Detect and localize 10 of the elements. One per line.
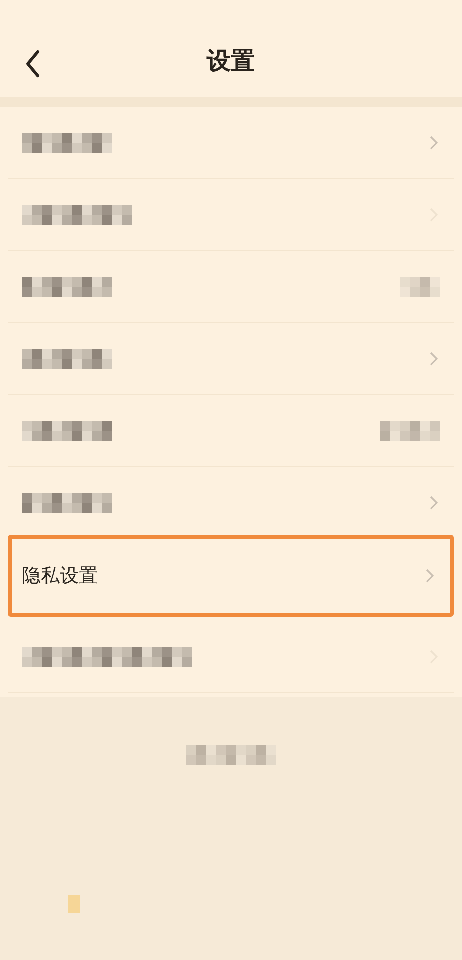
chevron-icon bbox=[428, 350, 440, 368]
page-title: 设置 bbox=[207, 44, 255, 76]
pixelated-value bbox=[380, 420, 440, 440]
highlighted-settings-row[interactable]: 隐私设置 bbox=[8, 535, 454, 617]
chevron-icon bbox=[428, 134, 440, 152]
side-tab-icon[interactable] bbox=[68, 895, 80, 913]
chevron-icon bbox=[428, 494, 440, 512]
pixelated-toggle bbox=[400, 276, 440, 296]
row-label: 隐私设置 bbox=[22, 564, 98, 589]
chevron-icon bbox=[424, 567, 436, 585]
